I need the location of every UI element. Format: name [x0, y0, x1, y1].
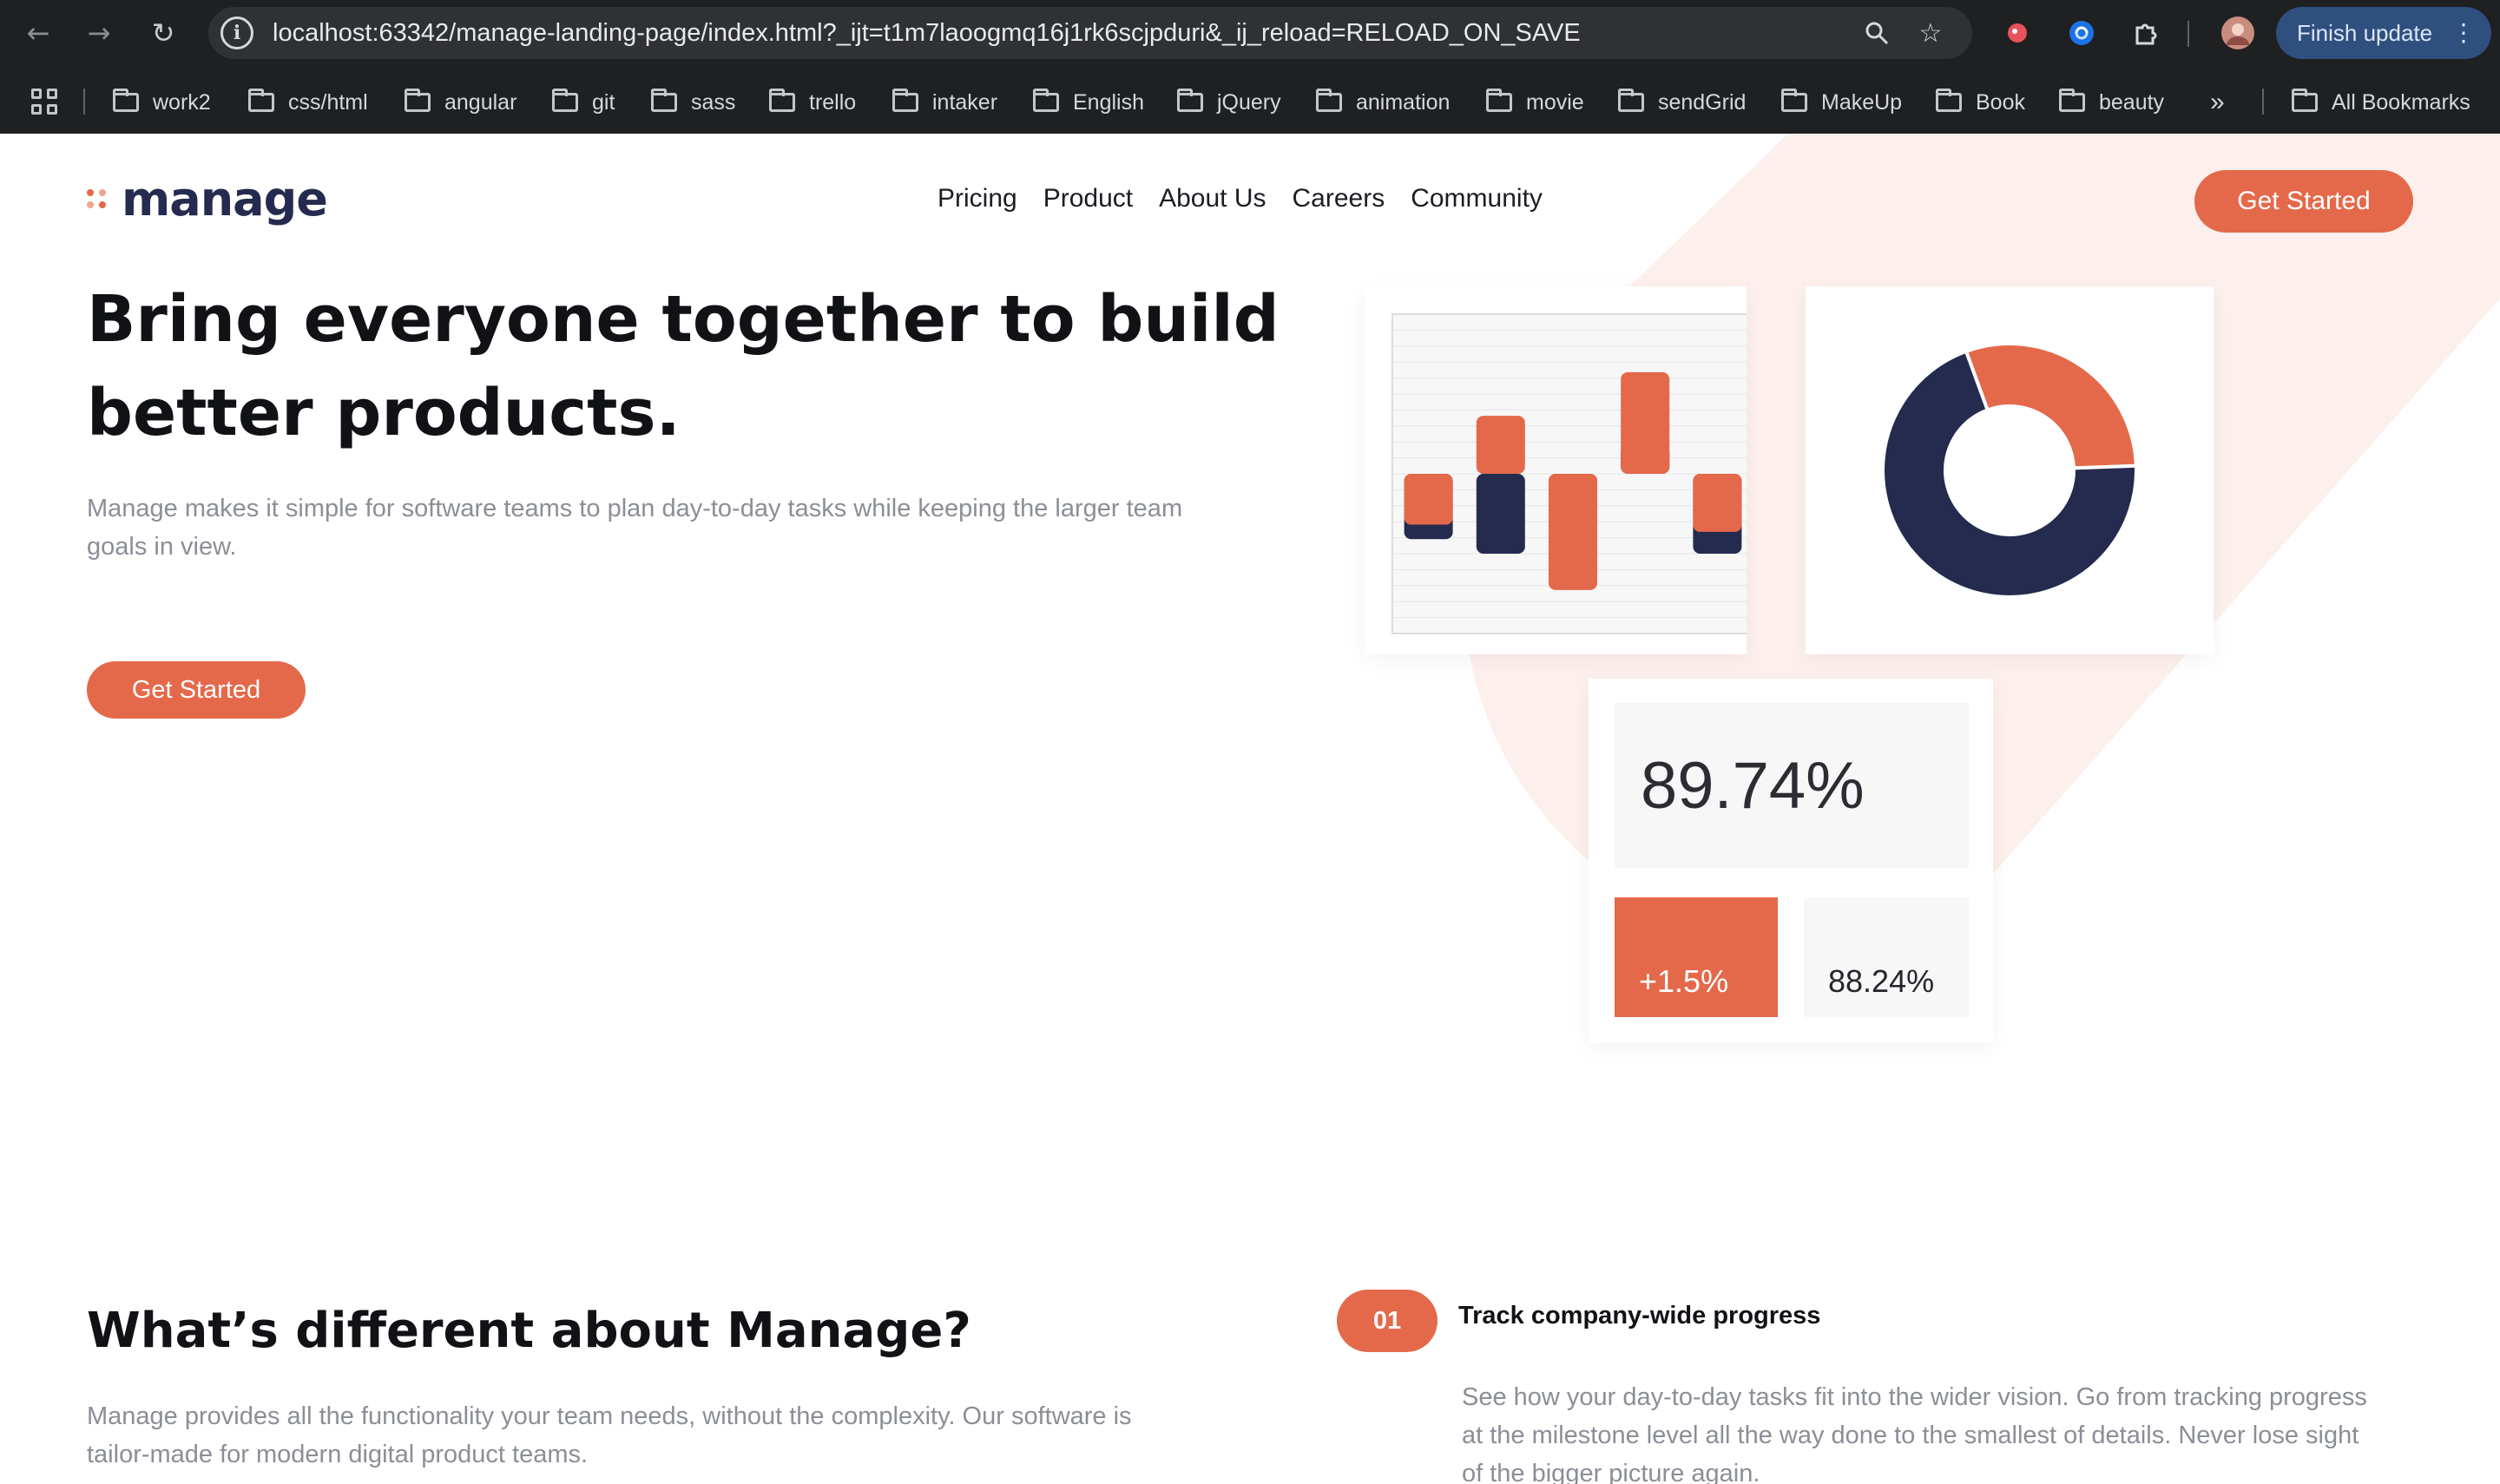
logo-text: manage — [122, 171, 328, 227]
extensions-puzzle-icon[interactable] — [2127, 14, 2165, 52]
bookmark-star-icon[interactable]: ☆ — [1913, 16, 1948, 50]
folder-icon — [651, 89, 677, 112]
bookmark-folder[interactable]: git — [552, 85, 615, 120]
donut-slice — [1964, 342, 2138, 470]
donut-chart — [1881, 342, 2138, 599]
folder-icon — [769, 89, 795, 112]
hero-description: Manage makes it simple for software team… — [87, 495, 1183, 561]
forward-icon[interactable]: → — [78, 12, 120, 54]
bookmark-folder[interactable]: css/html — [248, 85, 368, 120]
url-text[interactable]: localhost:63342/manage-landing-page/inde… — [273, 7, 1581, 59]
bookmark-folder[interactable]: movie — [1486, 85, 1584, 120]
bookmark-folder[interactable]: MakeUp — [1781, 85, 1902, 120]
bookmark-folder[interactable]: trello — [769, 85, 856, 120]
hero-get-started-button[interactable]: Get Started — [87, 661, 306, 719]
folder-icon — [1177, 89, 1203, 112]
bookmark-folder[interactable]: intaker — [892, 85, 997, 120]
toolbar-divider — [2188, 21, 2189, 47]
bookmark-folder[interactable]: beauty — [2059, 85, 2164, 120]
chart-bar — [1404, 474, 1453, 525]
finish-update-button[interactable]: Finish update ⋮ — [2276, 7, 2491, 59]
folder-icon — [1033, 89, 1059, 112]
bookmark-folder[interactable]: angular — [405, 85, 516, 120]
site-info-icon[interactable]: i — [220, 16, 253, 49]
nav-link-careers[interactable]: Careers — [1293, 184, 1385, 213]
feature-number-badge: 01 — [1337, 1290, 1438, 1352]
finish-update-label: Finish update — [2297, 20, 2433, 46]
feature-title: Track company-wide progress — [1458, 1302, 1821, 1330]
folder-icon — [405, 89, 431, 112]
bookmarks-overflow-icon[interactable]: » — [2210, 85, 2225, 120]
chart-bar — [1476, 474, 1525, 554]
nav-link-pricing[interactable]: Pricing — [938, 184, 1017, 213]
landing-page: manage Pricing Product About Us Careers … — [0, 134, 2500, 1484]
folder-icon — [113, 89, 139, 112]
logo[interactable]: manage — [87, 168, 328, 229]
chart-bar — [1621, 371, 1670, 474]
stat-main-value: 89.74% — [1615, 703, 1969, 868]
folder-icon — [248, 89, 274, 112]
bookmark-folder[interactable]: sendGrid — [1618, 85, 1746, 120]
browser-chrome: ← → ↻ i localhost:63342/manage-landing-p… — [0, 0, 2500, 134]
chart-bar — [1476, 416, 1525, 474]
feature-description: See how your day-to-day tasks fit into t… — [1462, 1383, 2367, 1484]
folder-icon — [1781, 89, 1807, 112]
extension-red-icon[interactable] — [1998, 14, 2036, 52]
profile-avatar-icon[interactable] — [2219, 14, 2257, 52]
bookmark-folder[interactable]: sass — [651, 85, 735, 120]
stat-secondary-value: 88.24% — [1804, 897, 1969, 1017]
hero-title: Bring everyone together to build better … — [87, 282, 1280, 450]
bar-chart — [1391, 313, 1754, 634]
chart-bar — [1693, 474, 1742, 532]
folder-icon — [2059, 89, 2085, 112]
nav-link-community[interactable]: Community — [1411, 184, 1543, 213]
nav-link-product[interactable]: Product — [1043, 184, 1133, 213]
address-bar[interactable]: i localhost:63342/manage-landing-page/in… — [208, 7, 1972, 59]
reload-icon[interactable]: ↻ — [142, 12, 184, 54]
folder-icon — [1936, 89, 1962, 112]
header-get-started-button[interactable]: Get Started — [2194, 170, 2413, 233]
features-description: Manage provides all the functionality yo… — [87, 1402, 1132, 1468]
bookmarks-divider — [2262, 89, 2264, 115]
main-nav: Pricing Product About Us Careers Communi… — [938, 184, 1543, 213]
bookmark-folder[interactable]: English — [1033, 85, 1144, 120]
nav-link-about-us[interactable]: About Us — [1159, 184, 1266, 213]
bookmark-folder[interactable]: work2 — [113, 85, 211, 120]
zoom-icon[interactable] — [1859, 16, 1894, 50]
features-title: What’s different about Manage? — [87, 1303, 971, 1359]
all-bookmarks-folder[interactable]: All Bookmarks — [2292, 85, 2470, 120]
logo-dots-icon — [87, 189, 106, 208]
folder-icon — [1618, 89, 1644, 112]
folder-icon — [1316, 89, 1342, 112]
donut-chart-card — [1806, 286, 2214, 654]
folder-icon — [2292, 89, 2318, 112]
bar-chart-card — [1365, 286, 1754, 654]
more-menu-icon[interactable]: ⋮ — [2451, 7, 2476, 59]
chart-bar — [1549, 474, 1597, 590]
bookmarks-bar: work2 css/html angular git sass trello i… — [0, 75, 2500, 128]
folder-icon — [892, 89, 918, 112]
bookmark-folder[interactable]: jQuery — [1177, 85, 1281, 120]
stat-change-value: +1.5% — [1615, 897, 1778, 1017]
folder-icon — [552, 89, 578, 112]
extension-blue-icon[interactable] — [2062, 14, 2101, 52]
bookmark-folder[interactable]: animation — [1316, 85, 1450, 120]
folder-icon — [1486, 89, 1512, 112]
back-icon[interactable]: ← — [17, 12, 59, 54]
browser-toolbar: ← → ↻ i localhost:63342/manage-landing-p… — [0, 0, 2500, 66]
bookmark-folder[interactable]: Book — [1936, 85, 2025, 120]
